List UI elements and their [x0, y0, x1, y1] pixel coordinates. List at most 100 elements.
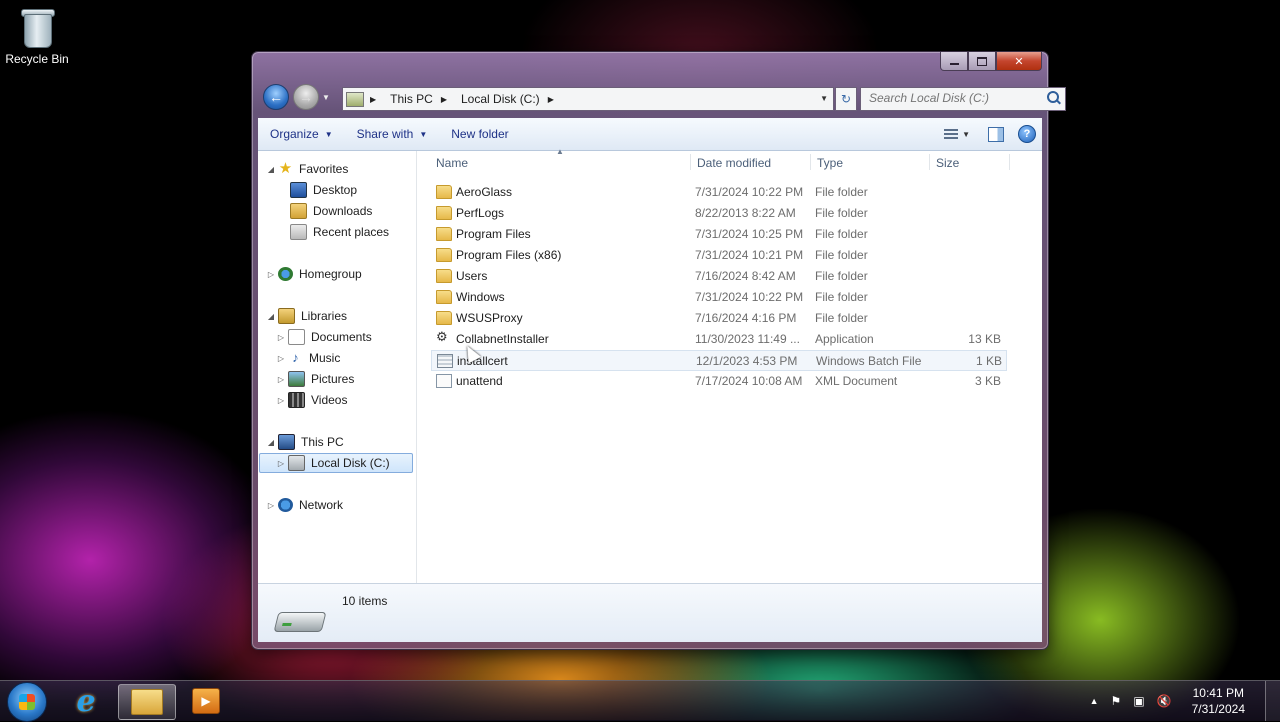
taskbar-internet-explorer[interactable]: e: [58, 683, 114, 719]
taskbar-media-player[interactable]: ▶: [178, 684, 234, 718]
file-type: File folder: [815, 311, 868, 325]
change-view-icon[interactable]: [944, 128, 959, 140]
navigation-pane: ◢ ★ Favorites Desktop Downloads Recent pla…: [258, 151, 417, 583]
file-date-modified: 7/31/2024 10:22 PM: [695, 185, 804, 199]
file-row[interactable]: Windows 7/31/2024 10:22 PM File folder: [431, 287, 1005, 307]
recycle-bin[interactable]: Recycle Bin: [4, 6, 70, 66]
nav-downloads[interactable]: Downloads: [278, 201, 372, 221]
folder-icon: [436, 206, 452, 220]
search-box[interactable]: [860, 87, 1066, 111]
breadcrumb-this-pc[interactable]: This PC: [390, 92, 433, 106]
recent-pages-dropdown[interactable]: ▼: [322, 93, 330, 102]
expand-arrow-icon[interactable]: ▷: [276, 396, 286, 405]
address-bar[interactable]: ▶ This PC ▶ Local Disk (C:) ▶ ▼: [342, 87, 834, 111]
view-options-chevron-icon[interactable]: ▼: [962, 130, 970, 139]
internet-explorer-icon: e: [76, 683, 96, 719]
expand-arrow-icon[interactable]: ◢: [266, 438, 276, 447]
breadcrumb-local-disk[interactable]: Local Disk (C:): [461, 92, 540, 106]
nav-this-pc[interactable]: ◢ This PC: [266, 432, 344, 452]
breadcrumb-sep-root[interactable]: ▶: [370, 95, 382, 104]
file-row[interactable]: Program Files 7/31/2024 10:25 PM File fold…: [431, 224, 1005, 244]
file-row[interactable]: unattend 7/17/2024 10:08 AM XML Document 3 …: [431, 371, 1005, 391]
nav-desktop[interactable]: Desktop: [278, 180, 357, 200]
file-date-modified: 7/31/2024 10:21 PM: [695, 248, 804, 262]
nav-libraries[interactable]: ◢ Libraries: [266, 306, 347, 326]
recycle-bin-label: Recycle Bin: [5, 52, 69, 66]
close-button[interactable]: ✕: [996, 52, 1042, 71]
file-row[interactable]: AeroGlass 7/31/2024 10:22 PM File folder: [431, 182, 1005, 202]
search-icon[interactable]: [1047, 91, 1059, 103]
nav-favorites[interactable]: ◢ ★ Favorites: [266, 159, 348, 179]
file-row[interactable]: ⚙ CollabnetInstaller 11/30/2023 11:49 ... A…: [431, 329, 1005, 349]
file-row[interactable]: WSUSProxy 7/16/2024 4:16 PM File folder: [431, 308, 1005, 328]
nav-homegroup[interactable]: ▷ Homegroup: [266, 264, 362, 284]
back-button[interactable]: ←: [263, 84, 289, 110]
file-date-modified: 12/1/2023 4:53 PM: [696, 354, 798, 368]
file-row[interactable]: installcert 12/1/2023 4:53 PM Windows Batc…: [431, 350, 1007, 371]
preview-pane-icon[interactable]: [988, 126, 1004, 142]
expand-arrow-icon[interactable]: ▷: [266, 270, 276, 279]
show-hidden-icons-icon[interactable]: ▲: [1090, 696, 1099, 706]
file-row[interactable]: PerfLogs 8/22/2013 8:22 AM File folder: [431, 203, 1005, 223]
expand-arrow-icon[interactable]: ▷: [276, 459, 286, 468]
nav-documents[interactable]: ▷ Documents: [276, 327, 372, 347]
nav-pictures[interactable]: ▷ Pictures: [276, 369, 354, 389]
share-with-button[interactable]: Share with ▼: [345, 118, 440, 150]
column-header-size[interactable]: Size: [936, 156, 959, 170]
column-header-type[interactable]: Type: [817, 156, 843, 170]
file-type: Application: [815, 332, 874, 346]
breadcrumb-sep-1[interactable]: ▶: [441, 95, 453, 104]
minimize-button[interactable]: [940, 52, 968, 71]
file-type: File folder: [815, 269, 868, 283]
file-name: WSUSProxy: [456, 311, 523, 325]
forward-button[interactable]: →: [293, 84, 319, 110]
help-icon[interactable]: ?: [1018, 125, 1036, 143]
folder-icon: [436, 269, 452, 283]
column-header-name[interactable]: Name: [436, 156, 468, 170]
volume-muted-icon[interactable]: 🔇: [1157, 694, 1172, 708]
nav-recent-places[interactable]: Recent places: [278, 222, 389, 242]
expand-arrow-icon[interactable]: ▷: [266, 501, 276, 510]
hard-drive-icon: [273, 612, 327, 632]
file-row[interactable]: Program Files (x86) 7/31/2024 10:21 PM Fil…: [431, 245, 1005, 265]
file-list: ▲ Name Date modified Type Size AeroGlass…: [417, 147, 1042, 583]
chevron-down-icon: ▼: [419, 129, 428, 139]
search-input[interactable]: [861, 88, 1039, 108]
address-history-chevron-icon[interactable]: ▼: [820, 94, 828, 103]
file-name: PerfLogs: [456, 206, 505, 220]
refresh-button[interactable]: ↻: [835, 87, 857, 111]
details-pane: 10 items: [258, 583, 1042, 642]
caption-buttons: ✕: [940, 52, 1042, 71]
clock[interactable]: 10:41 PM 7/31/2024: [1192, 685, 1245, 717]
file-row[interactable]: Users 7/16/2024 8:42 AM File folder: [431, 266, 1005, 286]
file-name: Users: [456, 269, 488, 283]
desktop-icon: [290, 182, 307, 198]
taskbar-windows-explorer[interactable]: [118, 684, 176, 720]
explorer-window: ✕ ← → ▼ ▶ This PC ▶ Local Disk (C:) ▶ ▼ …: [251, 51, 1066, 650]
start-button[interactable]: [7, 682, 47, 722]
file-name: Program Files: [456, 227, 531, 241]
nav-network[interactable]: ▷ Network: [266, 495, 343, 515]
expand-arrow-icon[interactable]: ▷: [276, 333, 286, 342]
expand-arrow-icon[interactable]: ◢: [266, 165, 276, 174]
expand-arrow-icon[interactable]: ▷: [276, 354, 286, 363]
this-pc-icon: [346, 91, 364, 107]
organize-button[interactable]: Organize ▼: [258, 118, 345, 150]
maximize-button[interactable]: [968, 52, 996, 71]
network-tray-icon[interactable]: ▣: [1133, 694, 1144, 708]
file-date-modified: 7/16/2024 8:42 AM: [695, 269, 796, 283]
file-date-modified: 7/31/2024 10:22 PM: [695, 290, 804, 304]
action-center-flag-icon[interactable]: ⚑: [1111, 694, 1122, 708]
nav-videos[interactable]: ▷ Videos: [276, 390, 347, 410]
nav-local-disk[interactable]: ▷ Local Disk (C:): [259, 453, 413, 473]
breadcrumb-sep-2[interactable]: ▶: [548, 95, 560, 104]
batch-file-icon: [437, 354, 453, 368]
nav-music[interactable]: ▷ ♪ Music: [276, 348, 340, 368]
new-folder-button[interactable]: New folder: [439, 118, 520, 150]
file-type: XML Document: [815, 374, 898, 388]
show-desktop-button[interactable]: [1265, 681, 1280, 721]
expand-arrow-icon[interactable]: ▷: [276, 375, 286, 384]
expand-arrow-icon[interactable]: ◢: [266, 312, 276, 321]
column-header-date-modified[interactable]: Date modified: [697, 156, 771, 170]
libraries-icon: [278, 308, 295, 324]
